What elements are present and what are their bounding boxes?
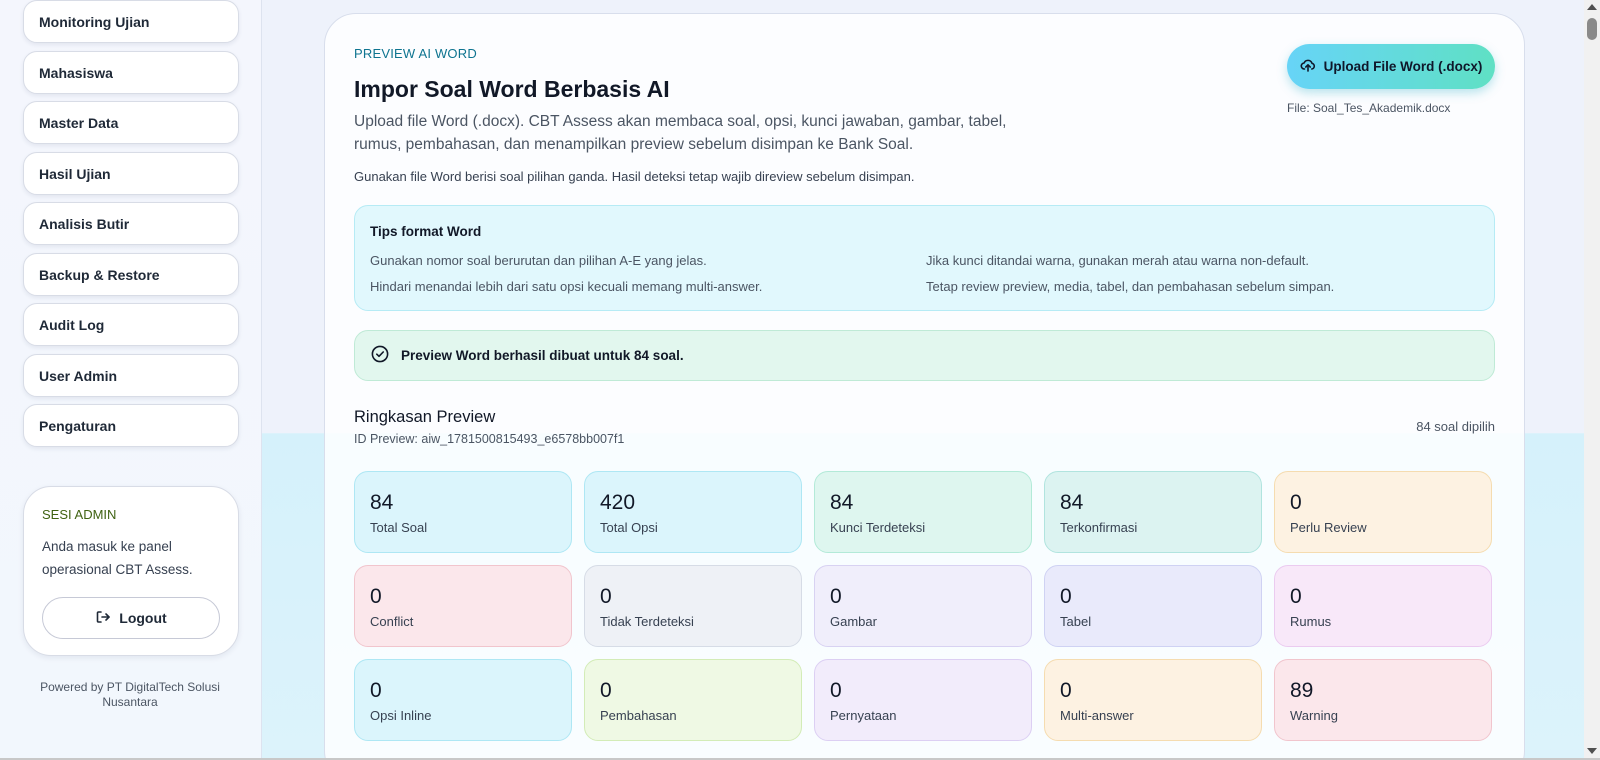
stat-label: Terkonfirmasi (1060, 520, 1138, 535)
page-description: Upload file Word (.docx). CBT Assess aka… (354, 113, 1007, 153)
sidebar-item-label: Backup & Restore (39, 266, 160, 283)
sidebar-item-label: Mahasiswa (39, 64, 113, 81)
cloud-upload-icon (1300, 57, 1316, 76)
sidebar-item-label: Master Data (39, 114, 119, 131)
success-message: Preview Word berhasil dibuat untuk 84 so… (401, 348, 684, 363)
page-eyebrow: PREVIEW AI WORD (354, 46, 477, 61)
stat-value: 0 (1290, 491, 1302, 514)
sidebar-item-label: User Admin (39, 367, 118, 384)
stat-value: 420 (600, 491, 636, 514)
session-description: Anda masuk ke panel operasional CBT Asse… (42, 539, 193, 577)
stat-value: 0 (830, 679, 842, 702)
sidebar-item-hasil-ujian[interactable]: Hasil Ujian (23, 152, 239, 195)
stat-card-total-opsi: 420 Total Opsi (584, 471, 802, 553)
stat-card-tabel: 0 Tabel (1044, 565, 1262, 647)
stat-card-gambar: 0 Gambar (814, 565, 1032, 647)
preview-id: ID Preview: aiw_1781500815493_e6578bb007… (354, 432, 625, 446)
stat-value: 0 (600, 585, 612, 608)
logout-icon (95, 609, 111, 628)
sidebar-item-label: Monitoring Ujian (39, 13, 150, 30)
stat-card-warning: 89 Warning (1274, 659, 1492, 741)
stat-value: 0 (1060, 585, 1072, 608)
sidebar: Monitoring Ujian Mahasiswa Master Data H… (0, 0, 262, 760)
stats-grid: 84 Total Soal 420 Total Opsi 84 Kunci Terde… (354, 471, 1495, 741)
stat-label: Pernyataan (830, 708, 897, 723)
stat-label: Total Opsi (600, 520, 658, 535)
stat-value: 84 (1060, 491, 1084, 514)
sidebar-item-mahasiswa[interactable]: Mahasiswa (23, 51, 239, 94)
sidebar-item-label: Hasil Ujian (39, 165, 111, 182)
file-name: File: Soal_Tes_Akademik.docx (1287, 101, 1451, 115)
stat-card-conflict: 0 Conflict (354, 565, 572, 647)
sidebar-item-pengaturan[interactable]: Pengaturan (23, 404, 239, 447)
sidebar-item-label: Analisis Butir (39, 215, 130, 232)
stat-value: 0 (1290, 585, 1302, 608)
sidebar-item-audit-log[interactable]: Audit Log (23, 303, 239, 346)
logout-label: Logout (119, 610, 167, 626)
stat-label: Perlu Review (1290, 520, 1367, 535)
stat-value: 0 (370, 679, 382, 702)
stat-card-pernyataan: 0 Pernyataan (814, 659, 1032, 741)
page-scrollbar[interactable] (1584, 0, 1600, 760)
stat-label: Tidak Terdeteksi (600, 614, 694, 629)
scroll-down-arrow-icon[interactable] (1587, 748, 1597, 754)
session-title: SESI ADMIN (42, 507, 117, 522)
stat-label: Pembahasan (600, 708, 677, 723)
success-alert: Preview Word berhasil dibuat untuk 84 so… (354, 330, 1495, 381)
stat-card-tidak-terdeteksi: 0 Tidak Terdeteksi (584, 565, 802, 647)
stat-card-opsi-inline: 0 Opsi Inline (354, 659, 572, 741)
stat-label: Tabel (1060, 614, 1092, 629)
stat-value: 0 (600, 679, 612, 702)
sidebar-item-analisis-butir[interactable]: Analisis Butir (23, 202, 239, 245)
sidebar-item-user-admin[interactable]: User Admin (23, 354, 239, 397)
stat-card-perlu-review: 0 Perlu Review (1274, 471, 1492, 553)
sidebar-item-label: Pengaturan (39, 417, 117, 434)
scroll-up-arrow-icon[interactable] (1587, 4, 1597, 10)
stat-value: 84 (830, 491, 854, 514)
stat-value: 0 (370, 585, 382, 608)
stat-card-multi-answer: 0 Multi-answer (1044, 659, 1262, 741)
tips-box: Tips format Word Gunakan nomor soal beru… (354, 205, 1495, 311)
stat-card-rumus: 0 Rumus (1274, 565, 1492, 647)
sidebar-item-label: Audit Log (39, 316, 105, 333)
stat-label: Warning (1290, 708, 1338, 723)
stat-label: Multi-answer (1060, 708, 1134, 723)
tip-item: Jika kunci ditandai warna, gunakan merah… (926, 253, 1310, 268)
sidebar-item-monitoring-ujian[interactable]: Monitoring Ujian (23, 0, 239, 43)
stat-label: Rumus (1290, 614, 1332, 629)
stat-label: Total Soal (370, 520, 428, 535)
stat-card-kunci-terdeteksi: 84 Kunci Terdeteksi (814, 471, 1032, 553)
session-card: SESI ADMIN Anda masuk ke panel operasion… (23, 486, 239, 656)
sidebar-item-master-data[interactable]: Master Data (23, 101, 239, 144)
tip-item: Gunakan nomor soal berurutan dan pilihan… (370, 253, 707, 268)
stat-label: Opsi Inline (370, 708, 432, 723)
tips-title: Tips format Word (370, 224, 482, 239)
powered-by: Powered by PT DigitalTech Solusi Nusanta… (40, 680, 220, 709)
upload-word-button[interactable]: Upload File Word (.docx) (1287, 44, 1495, 89)
summary-title: Ringkasan Preview (354, 408, 496, 426)
tip-item: Hindari menandai lebih dari satu opsi ke… (370, 279, 763, 294)
page-title: Impor Soal Word Berbasis AI (354, 76, 670, 102)
stat-value: 0 (830, 585, 842, 608)
page-note: Gunakan file Word berisi soal pilihan ga… (354, 169, 915, 184)
tip-item: Tetap review preview, media, tabel, dan … (926, 279, 1335, 294)
stat-label: Kunci Terdeteksi (830, 520, 926, 535)
stat-value: 89 (1290, 679, 1314, 702)
stat-value: 84 (370, 491, 394, 514)
stat-label: Gambar (830, 614, 877, 629)
stat-label: Conflict (370, 614, 414, 629)
upload-word-label: Upload File Word (.docx) (1323, 59, 1483, 74)
stat-card-pembahasan: 0 Pembahasan (584, 659, 802, 741)
logout-button[interactable]: Logout (42, 597, 220, 639)
scroll-thumb[interactable] (1587, 18, 1597, 40)
check-circle-icon (371, 345, 389, 366)
selected-count: 84 soal dipilih (1416, 419, 1495, 434)
stat-card-total-soal: 84 Total Soal (354, 471, 572, 553)
stat-value: 0 (1060, 679, 1072, 702)
stat-card-terkonfirmasi: 84 Terkonfirmasi (1044, 471, 1262, 553)
sidebar-item-backup-restore[interactable]: Backup & Restore (23, 253, 239, 296)
